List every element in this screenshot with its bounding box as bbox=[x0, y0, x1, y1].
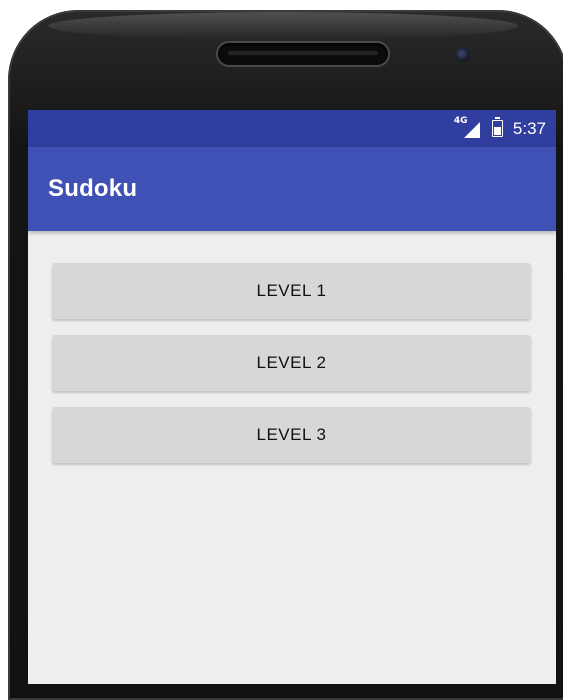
phone-screen: 4G 5:37 Sudoku LEVEL 1 LEVEL 2 LEVEL 3 bbox=[28, 110, 556, 684]
phone-sheen bbox=[48, 12, 518, 40]
app-bar: Sudoku bbox=[28, 147, 556, 231]
front-camera bbox=[456, 48, 470, 62]
status-icons: 4G 5:37 bbox=[454, 110, 546, 147]
level-2-button[interactable]: LEVEL 2 bbox=[52, 335, 531, 391]
level-3-button[interactable]: LEVEL 3 bbox=[52, 407, 531, 463]
level-1-button[interactable]: LEVEL 1 bbox=[52, 263, 531, 319]
level-list: LEVEL 1 LEVEL 2 LEVEL 3 bbox=[28, 231, 556, 463]
battery-icon bbox=[491, 117, 503, 137]
app-title: Sudoku bbox=[48, 175, 138, 202]
signal-icon: 4G bbox=[454, 116, 480, 138]
earpiece-speaker bbox=[218, 43, 388, 65]
status-time: 5:37 bbox=[512, 118, 546, 138]
status-bar: 4G 5:37 bbox=[28, 110, 556, 147]
